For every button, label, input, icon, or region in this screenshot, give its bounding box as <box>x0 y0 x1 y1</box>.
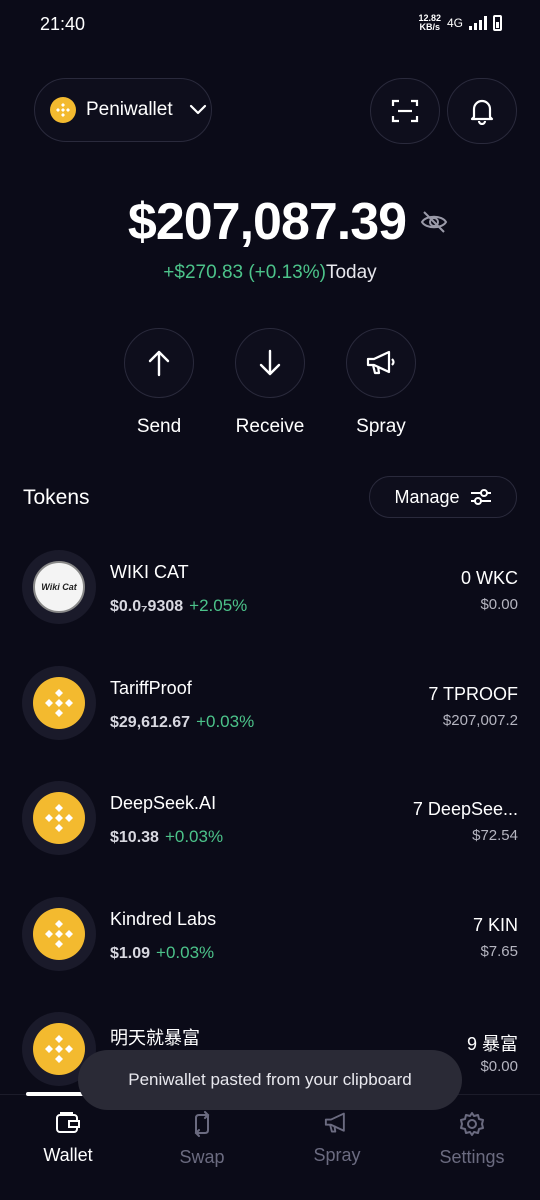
network-speed-unit: KB/s <box>419 22 440 32</box>
arrow-down-icon <box>259 349 281 376</box>
token-amount: 0 WKC <box>460 568 518 588</box>
token-name: Kindred Labs <box>110 908 217 929</box>
clipboard-toast: Peniwallet pasted from your clipboard <box>78 1050 462 1110</box>
balance-row: $207,087.39 <box>0 192 540 252</box>
token-price: $10.38 +0.03% <box>110 827 223 847</box>
sliders-icon <box>470 489 491 505</box>
nav-settings[interactable]: Settings <box>417 1111 527 1168</box>
battery-icon <box>493 15 502 31</box>
spray-button[interactable]: Spray <box>326 328 436 438</box>
receive-label: Receive <box>235 416 305 437</box>
manage-label: Manage <box>394 486 460 507</box>
wallet-selector[interactable]: Peniwallet <box>34 78 212 142</box>
token-price: $0.0₇9308 +2.05% <box>110 596 247 616</box>
nav-wallet-label: Wallet <box>43 1145 93 1165</box>
gear-icon <box>460 1112 484 1136</box>
balance-change-value: +$270.83 (+0.13%) <box>163 262 326 283</box>
scan-icon <box>391 99 419 123</box>
token-price: $1.09 +0.03% <box>110 943 214 963</box>
bnb-coin-icon <box>33 792 85 844</box>
receive-button[interactable]: Receive <box>215 328 325 438</box>
token-amount: 7 TPROOF <box>428 683 518 704</box>
token-price: $29,612.67 +0.03% <box>110 712 254 732</box>
token-amount: 7 DeepSee... <box>412 799 518 819</box>
token-price-value: $10.38 <box>110 829 159 846</box>
network-speed: 12.82 KB/s <box>418 14 441 32</box>
notifications-button[interactable] <box>447 78 517 144</box>
token-name: TariffProof <box>110 677 192 698</box>
send-button[interactable]: Send <box>104 328 214 438</box>
bnb-coin-icon <box>33 907 85 960</box>
wiki-cat-logo-text: Wiki Cat <box>41 582 77 592</box>
token-name: WIKI CAT <box>110 562 189 582</box>
token-icon-frame: Wiki Cat <box>22 550 96 624</box>
token-value: $207,007.2 <box>442 711 518 729</box>
token-row[interactable]: TariffProof $29,612.67 +0.03% 7 TPROOF $2… <box>0 662 540 778</box>
megaphone-icon <box>366 350 395 375</box>
send-circle[interactable] <box>124 328 194 398</box>
bell-icon <box>470 99 494 125</box>
token-price-value: $0.0₇9308 <box>110 598 184 615</box>
token-amount: 7 KIN <box>472 914 518 935</box>
arrow-up-icon <box>148 350 170 377</box>
wallet-icon <box>56 1112 80 1133</box>
spray-circle[interactable] <box>346 328 416 398</box>
token-icon-frame <box>22 665 96 740</box>
token-price-change: +0.03% <box>156 942 215 962</box>
balance-change-label: Today <box>325 262 377 283</box>
tokens-title: Tokens <box>23 486 90 509</box>
scan-button[interactable] <box>370 78 440 144</box>
eye-off-icon[interactable] <box>420 209 448 235</box>
token-name: DeepSeek.AI <box>110 793 217 813</box>
total-balance: $207,087.39 <box>127 193 407 251</box>
token-price-change: +2.05% <box>189 596 248 615</box>
token-icon-frame <box>22 896 96 971</box>
token-price-change: +0.03% <box>196 711 255 731</box>
megaphone-icon <box>324 1112 345 1133</box>
token-price-value: $1.09 <box>110 944 151 962</box>
signal-icon <box>469 16 487 30</box>
manage-button[interactable]: Manage <box>369 476 517 518</box>
receive-circle[interactable] <box>235 328 305 398</box>
network-type: 4G <box>446 16 463 30</box>
token-list: Wiki Cat WIKI CAT $0.0₇9308 +2.05% 0 WKC … <box>0 546 540 1124</box>
spray-label: Spray <box>356 416 406 437</box>
nav-spray-label: Spray <box>313 1145 361 1165</box>
bnb-coin-icon <box>33 676 85 729</box>
token-price-value: $29,612.67 <box>110 713 191 731</box>
nav-swap[interactable]: Swap <box>147 1111 257 1168</box>
swap-icon <box>194 1111 210 1137</box>
send-label: Send <box>136 416 182 437</box>
token-icon-frame <box>22 781 96 855</box>
token-row[interactable]: DeepSeek.AI $10.38 +0.03% 7 DeepSee... $7… <box>0 777 540 893</box>
status-indicators: 12.82 KB/s 4G <box>418 14 502 32</box>
balance-change: +$270.83 (+0.13%)Today <box>0 262 540 284</box>
wallet-name: Peniwallet <box>86 99 173 120</box>
wiki-cat-logo-icon: Wiki Cat <box>33 561 85 613</box>
token-amount: 9 暴富 <box>466 1034 518 1054</box>
nav-spray[interactable]: Spray <box>282 1111 392 1166</box>
chevron-down-icon <box>189 104 206 115</box>
token-value: $0.00 <box>480 596 518 613</box>
nav-wallet[interactable]: Wallet <box>13 1111 123 1166</box>
nav-settings-label: Settings <box>439 1147 505 1167</box>
token-price-change: +0.03% <box>164 827 224 846</box>
token-name: 明天就暴富 <box>110 1028 200 1048</box>
status-time: 21:40 <box>40 14 86 34</box>
bnb-coin-icon <box>50 97 76 123</box>
token-value: $0.00 <box>480 1058 518 1075</box>
token-value: $7.65 <box>480 942 518 960</box>
nav-swap-label: Swap <box>179 1147 225 1167</box>
status-bar: 21:40 12.82 KB/s 4G <box>0 0 540 50</box>
bnb-coin-icon <box>33 1023 85 1075</box>
token-row[interactable]: Kindred Labs $1.09 +0.03% 7 KIN $7.65 <box>0 893 540 1009</box>
toast-message: Peniwallet pasted from your clipboard <box>128 1070 412 1089</box>
token-value: $72.54 <box>472 827 518 844</box>
token-row[interactable]: Wiki Cat WIKI CAT $0.0₇9308 +2.05% 0 WKC … <box>0 546 540 662</box>
